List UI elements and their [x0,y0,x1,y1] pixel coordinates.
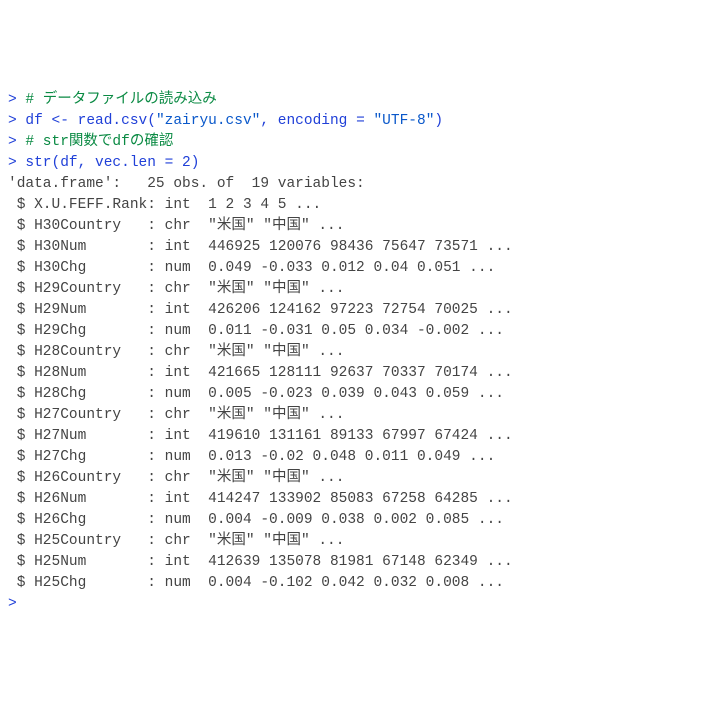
console-input-line: > # str関数でdfの確認 [8,132,715,153]
out-text: $ H30Country : chr "米国" "中国" ... [8,218,344,234]
prompt-text: > [8,596,25,612]
console-output-line: $ H27Num : int 419610 131161 89133 67997… [8,426,715,447]
console-output-line: $ H25Num : int 412639 135078 81981 67148… [8,552,715,573]
out-text: $ H30Num : int 446925 120076 98436 75647… [8,239,513,255]
console-output-line: $ H30Country : chr "米国" "中国" ... [8,216,715,237]
console-output-line: 'data.frame': 25 obs. of 19 variables: [8,174,715,195]
console-output-line: $ H28Country : chr "米国" "中国" ... [8,342,715,363]
out-text: $ H28Num : int 421665 128111 92637 70337… [8,365,513,381]
r-console-output[interactable]: > # データファイルの読み込み> df <- read.csv("zairyu… [8,90,715,615]
cmd-text: str(df, vec.len = [25,155,182,171]
prompt-text: > [8,92,25,108]
out-text: $ H26Num : int 414247 133902 85083 67258… [8,491,513,507]
console-output-line: $ H29Num : int 426206 124162 97223 72754… [8,300,715,321]
console-input-line: > [8,594,715,615]
out-text: $ H25Country : chr "米国" "中国" ... [8,533,344,549]
console-output-line: $ H27Country : chr "米国" "中国" ... [8,405,715,426]
out-text: $ X.U.FEFF.Rank: int 1 2 3 4 5 ... [8,197,321,213]
console-output-line: $ H25Chg : num 0.004 -0.102 0.042 0.032 … [8,573,715,594]
out-text: $ H29Country : chr "米国" "中国" ... [8,281,344,297]
console-output-line: $ H26Country : chr "米国" "中国" ... [8,468,715,489]
out-text: 'data.frame': 25 obs. of 19 variables: [8,176,365,192]
console-output-line: $ H29Country : chr "米国" "中国" ... [8,279,715,300]
cmd-text: df <- read.csv( [25,113,156,129]
console-output-line: $ H30Chg : num 0.049 -0.033 0.012 0.04 0… [8,258,715,279]
console-input-line: > # データファイルの読み込み [8,90,715,111]
console-output-line: $ H26Chg : num 0.004 -0.009 0.038 0.002 … [8,510,715,531]
console-output-line: $ H25Country : chr "米国" "中国" ... [8,531,715,552]
console-input-line: > str(df, vec.len = 2) [8,153,715,174]
out-text: $ H26Country : chr "米国" "中国" ... [8,470,344,486]
cmd-text: ) [191,155,200,171]
out-text: $ H25Num : int 412639 135078 81981 67148… [8,554,513,570]
out-text: $ H25Chg : num 0.004 -0.102 0.042 0.032 … [8,575,504,591]
num-text: 2 [182,155,191,171]
console-output-line: $ X.U.FEFF.Rank: int 1 2 3 4 5 ... [8,195,715,216]
console-output-line: $ H27Chg : num 0.013 -0.02 0.048 0.011 0… [8,447,715,468]
console-output-line: $ H30Num : int 446925 120076 98436 75647… [8,237,715,258]
out-text: $ H27Num : int 419610 131161 89133 67997… [8,428,513,444]
comment-text: # データファイルの読み込み [25,92,216,108]
comment-text: # str関数でdfの確認 [25,134,173,150]
out-text: $ H26Chg : num 0.004 -0.009 0.038 0.002 … [8,512,504,528]
console-output-line: $ H28Chg : num 0.005 -0.023 0.039 0.043 … [8,384,715,405]
out-text: $ H27Chg : num 0.013 -0.02 0.048 0.011 0… [8,449,495,465]
out-text: $ H28Country : chr "米国" "中国" ... [8,344,344,360]
prompt-text: > [8,134,25,150]
console-input-line: > df <- read.csv("zairyu.csv", encoding … [8,111,715,132]
console-output-line: $ H28Num : int 421665 128111 92637 70337… [8,363,715,384]
cmd-text: , encoding = [260,113,373,129]
out-text: $ H27Country : chr "米国" "中国" ... [8,407,344,423]
str-text: "zairyu.csv" [156,113,260,129]
cmd-text: ) [434,113,443,129]
out-text: $ H29Chg : num 0.011 -0.031 0.05 0.034 -… [8,323,504,339]
str-text: "UTF-8" [373,113,434,129]
console-output-line: $ H26Num : int 414247 133902 85083 67258… [8,489,715,510]
console-output-line: $ H29Chg : num 0.011 -0.031 0.05 0.034 -… [8,321,715,342]
out-text: $ H29Num : int 426206 124162 97223 72754… [8,302,513,318]
prompt-text: > [8,155,25,171]
prompt-text: > [8,113,25,129]
out-text: $ H28Chg : num 0.005 -0.023 0.039 0.043 … [8,386,504,402]
out-text: $ H30Chg : num 0.049 -0.033 0.012 0.04 0… [8,260,495,276]
